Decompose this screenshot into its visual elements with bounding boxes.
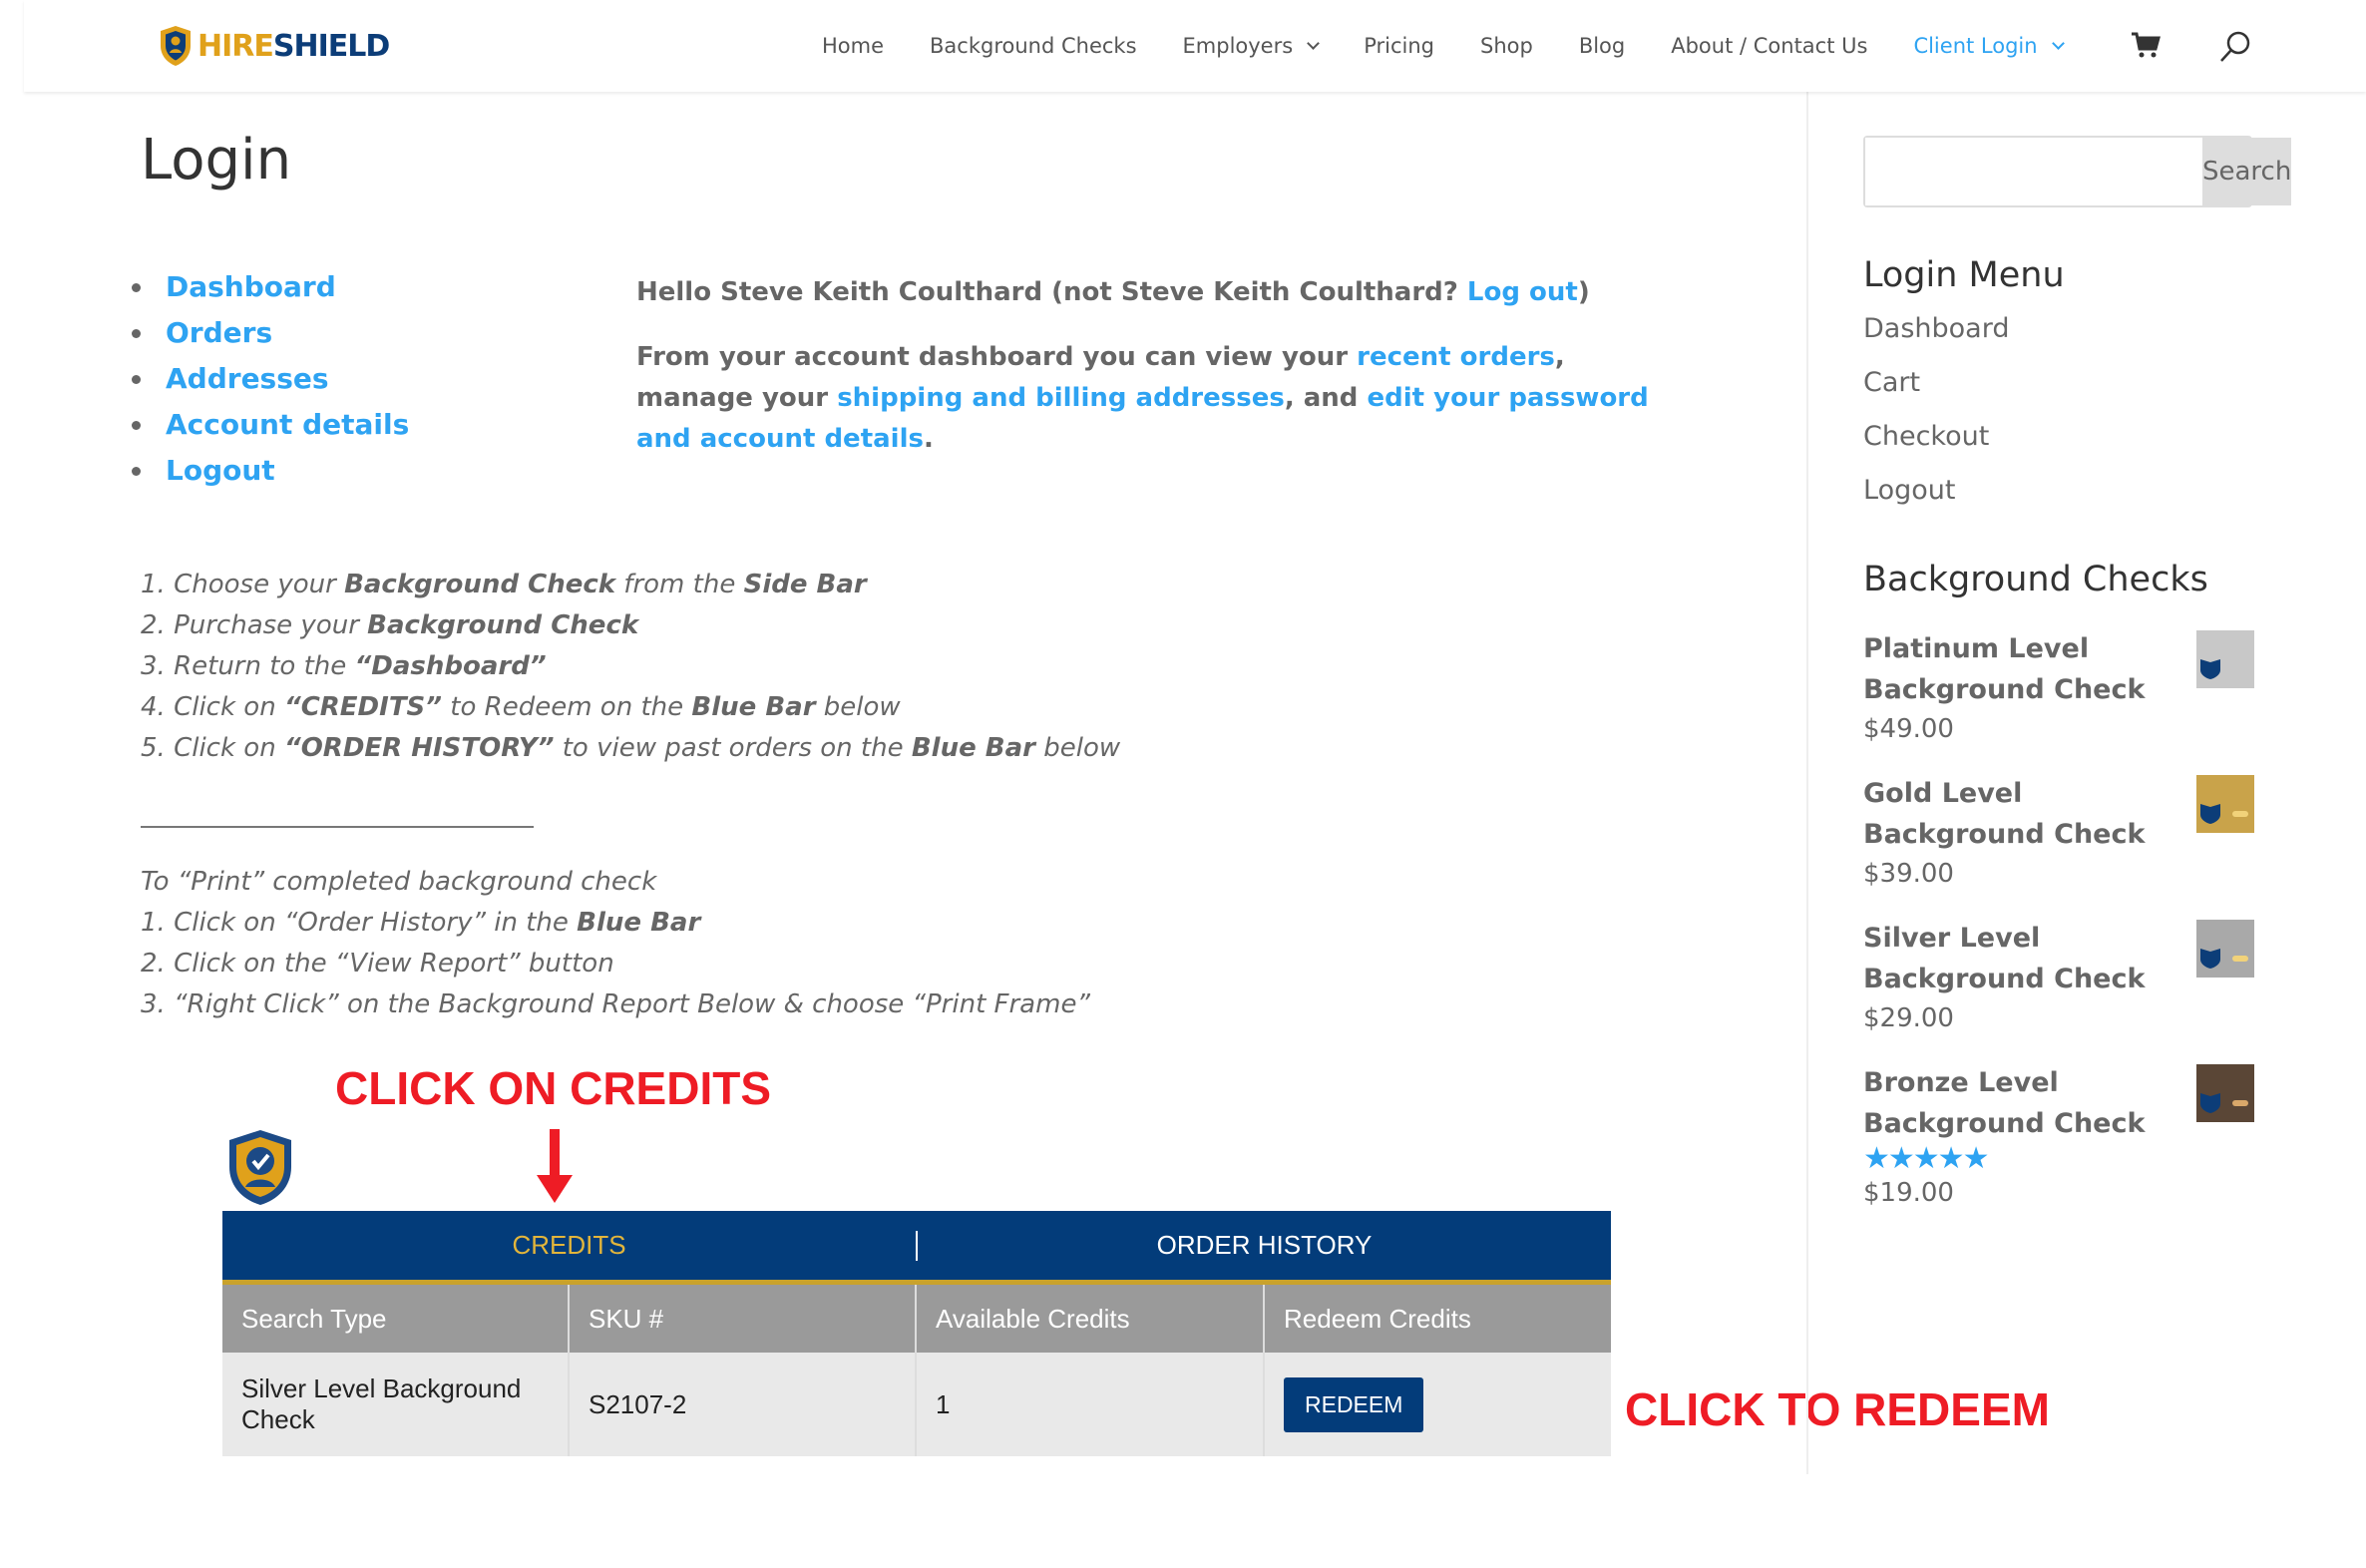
account-nav-orders[interactable]: Orders xyxy=(132,316,409,362)
step-2: 2. Purchase your Background Check xyxy=(141,610,639,640)
col-search-type: Search Type xyxy=(222,1285,570,1353)
chevron-down-icon xyxy=(2051,36,2065,50)
redeem-button[interactable]: REDEEM xyxy=(1284,1376,1424,1432)
background-checks-heading: Background Checks xyxy=(1863,560,2208,599)
instruction-steps: 1. Choose your Background Check from the… xyxy=(141,565,1120,769)
cell-redeem: REDEEM xyxy=(1264,1353,1611,1456)
product-silver: Silver Level Background Check $29.00 xyxy=(1863,918,2254,1037)
col-redeem-credits: Redeem Credits xyxy=(1264,1285,1611,1353)
chevron-down-icon xyxy=(1307,36,1321,50)
product-price: $39.00 xyxy=(1863,859,1954,889)
search-input[interactable] xyxy=(1865,138,2202,205)
product-thumbnail[interactable] xyxy=(2196,630,2254,688)
divider xyxy=(141,826,534,828)
product-price: $29.00 xyxy=(1863,1003,1954,1033)
product-bronze: Bronze Level Background Check ★★★★★ $19.… xyxy=(1863,1062,2254,1212)
print-step-2: 2. Click on the “View Report” button xyxy=(141,949,614,979)
blue-bar: CREDITS ORDER HISTORY xyxy=(222,1211,1611,1285)
page-title: Login xyxy=(141,128,292,193)
account-nav-dashboard[interactable]: Dashboard xyxy=(132,270,409,316)
login-menu-logout[interactable]: Logout xyxy=(1863,475,2009,529)
addresses-link[interactable]: shipping and billing addresses xyxy=(837,383,1285,413)
credits-table: Search Type SKU # Available Credits Rede… xyxy=(222,1285,1611,1456)
product-price: $19.00 xyxy=(1863,1178,1954,1208)
product-price: $49.00 xyxy=(1863,714,1954,744)
nav-home[interactable]: Home xyxy=(822,34,884,58)
step-4: 4. Click on “CREDITS” to Redeem on the B… xyxy=(141,692,901,722)
cell-sku: S2107-2 xyxy=(569,1353,917,1456)
cell-search-type: Silver Level Background Check xyxy=(222,1353,570,1456)
product-name[interactable]: Silver Level Background Check xyxy=(1863,918,2182,999)
click-on-credits-annotation: CLICK ON CREDITS xyxy=(335,1062,771,1114)
product-thumbnail[interactable] xyxy=(2196,775,2254,833)
nav-pricing[interactable]: Pricing xyxy=(1364,34,1434,58)
table-header-row: Search Type SKU # Available Credits Rede… xyxy=(222,1285,1611,1353)
nav-employers-label: Employers xyxy=(1182,34,1294,58)
login-menu-dashboard[interactable]: Dashboard xyxy=(1863,313,2009,367)
nav-shop[interactable]: Shop xyxy=(1480,34,1533,58)
cart-icon[interactable] xyxy=(2131,30,2161,60)
click-to-redeem-annotation: CLICK TO REDEEM xyxy=(1625,1383,2050,1435)
sidebar-search: Search xyxy=(1863,136,2292,207)
greeting-text: Hello Steve Keith Coulthard (not Steve K… xyxy=(636,277,1590,307)
logout-link[interactable]: Log out xyxy=(1467,277,1578,307)
dashboard-intro: From your account dashboard you can view… xyxy=(636,342,1649,454)
search-icon[interactable] xyxy=(2218,30,2252,64)
site-logo[interactable]: HIRESHIELD xyxy=(158,22,390,70)
login-menu: Dashboard Cart Checkout Logout xyxy=(1863,313,2009,529)
tab-credits[interactable]: CREDITS xyxy=(222,1230,916,1261)
step-3: 3. Return to the “Dashboard” xyxy=(141,651,547,681)
logo-wordmark: HIRESHIELD xyxy=(197,28,390,64)
account-navigation: Dashboard Orders Addresses Account detai… xyxy=(132,270,409,500)
product-name[interactable]: Gold Level Background Check xyxy=(1863,773,2182,855)
print-intro: To “Print” completed background check xyxy=(141,867,657,897)
rating-stars: ★★★★★ xyxy=(1863,1141,1989,1176)
step-1: 1. Choose your Background Check from the… xyxy=(141,570,867,599)
product-name[interactable]: Bronze Level Background Check xyxy=(1863,1062,2182,1144)
login-menu-checkout[interactable]: Checkout xyxy=(1863,421,2009,475)
table-row: Silver Level Background Check S2107-2 1 … xyxy=(222,1353,1611,1456)
sidebar-divider xyxy=(1806,92,1808,1474)
product-name[interactable]: Platinum Level Background Check xyxy=(1863,628,2182,710)
recent-orders-link[interactable]: recent orders xyxy=(1357,342,1555,372)
search-button[interactable]: Search xyxy=(2202,138,2292,205)
nav-client-login-label: Client Login xyxy=(1913,34,2038,58)
shield-badge-icon xyxy=(229,1130,291,1205)
step-5: 5. Click on “ORDER HISTORY” to view past… xyxy=(141,733,1121,763)
nav-blog[interactable]: Blog xyxy=(1579,34,1625,58)
arrow-down-icon xyxy=(537,1129,573,1203)
account-nav-account-details[interactable]: Account details xyxy=(132,408,409,454)
account-nav-addresses[interactable]: Addresses xyxy=(132,362,409,408)
login-menu-cart[interactable]: Cart xyxy=(1863,367,2009,421)
cell-available: 1 xyxy=(916,1353,1265,1456)
login-menu-heading: Login Menu xyxy=(1863,255,2065,295)
product-gold: Gold Level Background Check $39.00 xyxy=(1863,773,2254,893)
print-step-1: 1. Click on “Order History” in the Blue … xyxy=(141,908,701,938)
main-nav: Home Background Checks Employers Pricing… xyxy=(822,0,2109,92)
col-sku: SKU # xyxy=(569,1285,917,1353)
account-nav-logout[interactable]: Logout xyxy=(132,454,409,500)
nav-about-contact[interactable]: About / Contact Us xyxy=(1671,34,1867,58)
product-platinum: Platinum Level Background Check $49.00 xyxy=(1863,628,2254,748)
shield-logo-icon xyxy=(161,26,191,66)
print-step-3: 3. “Right Click” on the Background Repor… xyxy=(141,989,1090,1019)
nav-client-login[interactable]: Client Login xyxy=(1913,34,2065,58)
nav-background-checks[interactable]: Background Checks xyxy=(930,34,1137,58)
site-header: HIRESHIELD Home Background Checks Employ… xyxy=(24,0,2366,92)
nav-employers[interactable]: Employers xyxy=(1182,34,1321,58)
product-thumbnail[interactable] xyxy=(2196,1064,2254,1122)
tab-order-history[interactable]: ORDER HISTORY xyxy=(918,1230,1611,1261)
col-available-credits: Available Credits xyxy=(916,1285,1265,1353)
print-instructions: To “Print” completed background check 1.… xyxy=(141,862,1090,1025)
product-thumbnail[interactable] xyxy=(2196,920,2254,978)
